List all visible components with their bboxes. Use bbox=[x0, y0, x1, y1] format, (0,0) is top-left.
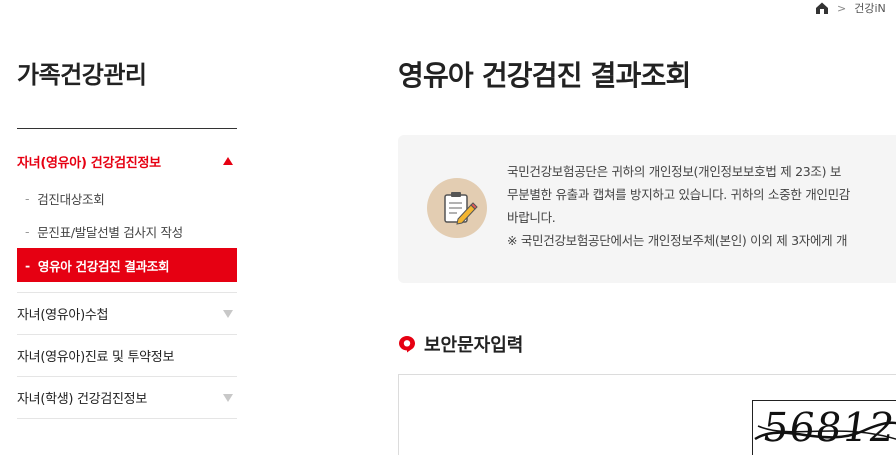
submenu-item-label: 영유아 건강검진 결과조회 bbox=[37, 258, 170, 274]
sidebar-item-label: 자녀(영유아)수첩 bbox=[17, 308, 109, 323]
caret-down-icon bbox=[223, 309, 233, 318]
breadcrumb-current[interactable]: 건강iN bbox=[854, 0, 886, 16]
submenu-item-result-lookup[interactable]: - 영유아 건강검진 결과조회 bbox=[17, 248, 237, 282]
sidebar-menu: 자녀(영유아) 건강검진정보 - 검진대상조회 - 문진표/발달선별 검사지 작… bbox=[17, 140, 237, 419]
notice-line: ※ 국민건강보험공단에서는 개인정보주체(본인) 이외 제 3자에게 개 bbox=[507, 233, 848, 248]
sidebar-item-label: 자녀(영유아)진료 및 투약정보 bbox=[17, 350, 175, 365]
dash-bullet: - bbox=[25, 224, 30, 239]
caret-down-icon bbox=[223, 393, 233, 402]
sidebar-item-student-checkup[interactable]: 자녀(학생) 건강검진정보 bbox=[17, 377, 237, 419]
submenu-item-label: 검진대상조회 bbox=[37, 192, 105, 207]
sidebar-item-child-checkup-info[interactable]: 자녀(영유아) 건강검진정보 bbox=[17, 140, 237, 182]
sidebar-item-label: 자녀(학생) 건강검진정보 bbox=[17, 392, 147, 407]
submenu-item-target-lookup[interactable]: - 검진대상조회 bbox=[17, 182, 237, 215]
breadcrumb: > 건강iN bbox=[815, 0, 886, 16]
speech-bubble-icon bbox=[398, 335, 416, 353]
clipboard-pencil-icon bbox=[427, 178, 487, 238]
page-title: 영유아 건강검진 결과조회 bbox=[398, 59, 691, 92]
home-icon[interactable] bbox=[815, 1, 829, 15]
captcha-noise bbox=[754, 421, 896, 441]
submenu-item-label: 문진표/발달선별 검사지 작성 bbox=[37, 225, 183, 240]
notice-text: 국민건강보험공단은 귀하의 개인정보(개인정보보호법 제 23조) 보 무분별한… bbox=[507, 160, 896, 252]
captcha-image: 56812 bbox=[752, 400, 896, 455]
chevron-right-icon: > bbox=[837, 1, 847, 15]
sidebar-item-child-handbook[interactable]: 자녀(영유아)수첩 bbox=[17, 293, 237, 335]
privacy-notice: 국민건강보험공단은 귀하의 개인정보(개인정보보호법 제 23조) 보 무분별한… bbox=[398, 135, 896, 283]
dash-bullet: - bbox=[25, 191, 30, 206]
section-title: 보안문자입력 bbox=[398, 331, 523, 357]
section-title-label: 보안문자입력 bbox=[424, 335, 524, 356]
submenu-item-questionnaire[interactable]: - 문진표/발달선별 검사지 작성 bbox=[17, 215, 237, 248]
notice-line: 국민건강보험공단은 귀하의 개인정보(개인정보보호법 제 23조) 보 bbox=[507, 164, 842, 179]
notice-line: 바랍니다. bbox=[507, 210, 556, 225]
sidebar-title: 가족건강관리 bbox=[17, 61, 147, 89]
dash-bullet: - bbox=[25, 257, 30, 273]
notice-line: 무분별한 유출과 캡쳐를 방지하고 있습니다. 귀하의 소중한 개인민감 bbox=[507, 187, 850, 202]
caret-up-icon bbox=[223, 157, 233, 165]
divider bbox=[17, 128, 237, 129]
submenu: - 검진대상조회 - 문진표/발달선별 검사지 작성 - 영유아 건강검진 결과… bbox=[17, 182, 237, 293]
sidebar-item-label: 자녀(영유아) 건강검진정보 bbox=[17, 155, 161, 171]
captcha-panel: 56812 bbox=[398, 374, 896, 455]
sidebar-item-child-treatment[interactable]: 자녀(영유아)진료 및 투약정보 bbox=[17, 335, 237, 377]
